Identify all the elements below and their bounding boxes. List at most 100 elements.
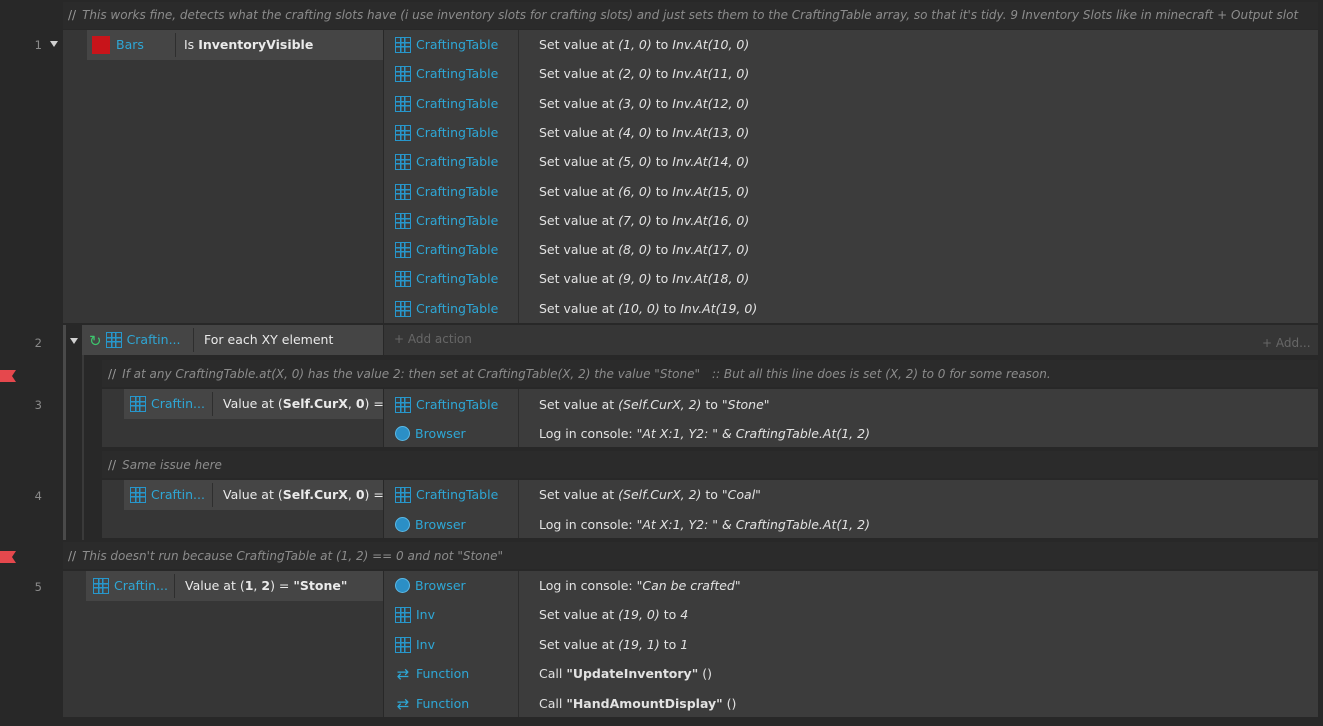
action-row[interactable]: CraftingTable Set value at (10, 0) to Inv… — [395, 294, 1315, 323]
action-row[interactable]: CraftingTable Set value at (7, 0) to Inv.… — [395, 206, 1315, 235]
condition-object: Bars — [92, 30, 144, 60]
action-text: Set value at (8, 0) to Inv.At(17, 0) — [539, 242, 750, 257]
array-icon — [395, 212, 411, 229]
array-icon — [395, 300, 411, 317]
condition[interactable]: ↻ Craftin... For each XY element — [82, 325, 383, 355]
action-row[interactable]: CraftingTable Set value at (1, 0) to Inv.… — [395, 30, 1315, 59]
action-row[interactable]: CraftingTable Set value at (2, 0) to Inv.… — [395, 59, 1315, 88]
action-row[interactable]: Browser Log in console: "At X:1, Y2: " &… — [395, 419, 1315, 448]
action-row[interactable]: CraftingTable Set value at (8, 0) to Inv.… — [395, 235, 1315, 264]
nest-line — [82, 355, 84, 540]
action-text: Set value at (10, 0) to Inv.At(19, 0) — [539, 301, 758, 316]
array-icon — [395, 636, 411, 653]
action-object: ⇄ Function — [396, 694, 470, 713]
action-object: Inv — [395, 630, 435, 659]
comment-text: //If at any CraftingTable.at(X, 0) has t… — [108, 367, 700, 381]
action-row[interactable]: CraftingTable Set value at (Self.CurX, 2… — [395, 480, 1315, 509]
array-icon — [395, 65, 411, 82]
array-icon — [130, 486, 146, 503]
action-text: Set value at (9, 0) to Inv.At(18, 0) — [539, 271, 750, 286]
add-action-button[interactable]: + Add action — [394, 326, 472, 352]
event-block[interactable] — [63, 30, 383, 323]
action-text: Log in console: "At X:1, Y2: " & Craftin… — [539, 517, 870, 532]
add-more-button[interactable]: + Add... — [1262, 330, 1311, 356]
array-icon — [105, 331, 122, 348]
action-object: CraftingTable — [395, 147, 498, 176]
action-row[interactable]: CraftingTable Set value at (Self.CurX, 2… — [395, 390, 1315, 419]
action-object: CraftingTable — [395, 206, 498, 235]
nest-line — [63, 325, 66, 540]
bookmark-icon[interactable] — [0, 370, 16, 382]
array-icon — [395, 486, 411, 503]
action-object: Browser — [395, 510, 466, 539]
array-icon — [395, 606, 411, 623]
action-text: Set value at (Self.CurX, 2) to "Stone" — [539, 397, 770, 412]
action-text: Set value at (3, 0) to Inv.At(12, 0) — [539, 96, 750, 111]
action-object: CraftingTable — [395, 480, 498, 509]
condition-object: Craftin... — [130, 389, 205, 419]
condition-text: Value at (Self.CurX, 0) = 2 — [223, 396, 397, 411]
condition[interactable]: Craftin... Value at (1, 2) = "Stone" — [86, 571, 383, 601]
action-row[interactable]: Browser Log in console: "Can be crafted" — [395, 571, 1315, 600]
event-number: 3 — [34, 398, 42, 412]
condition-text: For each XY element — [204, 332, 334, 347]
condition-object: ↻ Craftin... — [89, 325, 181, 355]
array-icon — [130, 395, 146, 412]
comment-text: //This works fine, detects what the craf… — [68, 8, 1299, 22]
event-number: 5 — [34, 580, 42, 594]
action-row[interactable]: CraftingTable Set value at (9, 0) to Inv.… — [395, 264, 1315, 293]
action-object: CraftingTable — [395, 177, 498, 206]
action-row[interactable]: ⇄ Function Call "HandAmountDisplay" () — [395, 689, 1315, 718]
action-object: ⇄ Function — [396, 664, 470, 683]
action-text: Set value at (19, 1) to 1 — [539, 637, 689, 652]
condition-object: Craftin... — [130, 480, 205, 510]
action-object: Browser — [395, 419, 466, 448]
action-text: Call "UpdateInventory" () — [539, 666, 712, 681]
separator — [193, 328, 194, 352]
action-row[interactable]: CraftingTable Set value at (6, 0) to Inv.… — [395, 177, 1315, 206]
action-object: CraftingTable — [395, 118, 498, 147]
action-text: Log in console: "Can be crafted" — [539, 578, 741, 593]
array-icon — [395, 36, 411, 53]
action-row[interactable]: Inv Set value at (19, 1) to 1 — [395, 630, 1315, 659]
action-object: CraftingTable — [395, 294, 498, 323]
comment-text-extra: :: But all this line does is set (X, 2) … — [712, 367, 1051, 381]
bookmark-icon[interactable] — [0, 551, 16, 563]
array-icon — [395, 241, 411, 258]
separator — [212, 483, 213, 507]
action-row[interactable]: Inv Set value at (19, 0) to 4 — [395, 600, 1315, 629]
separator — [175, 33, 176, 57]
action-row[interactable]: CraftingTable Set value at (3, 0) to Inv.… — [395, 89, 1315, 118]
action-text: Set value at (Self.CurX, 2) to "Coal" — [539, 487, 761, 502]
condition[interactable]: Bars Is InventoryVisible — [87, 30, 383, 60]
array-icon — [395, 270, 411, 287]
collapse-triangle-icon[interactable] — [50, 41, 58, 47]
array-icon — [395, 124, 411, 141]
action-object: Browser — [395, 571, 466, 600]
action-text: Set value at (6, 0) to Inv.At(15, 0) — [539, 184, 750, 199]
action-object: CraftingTable — [395, 235, 498, 264]
array-icon — [395, 153, 411, 170]
loop-icon: ↻ — [89, 331, 102, 350]
action-row[interactable]: CraftingTable Set value at (5, 0) to Inv.… — [395, 147, 1315, 176]
action-text: Set value at (5, 0) to Inv.At(14, 0) — [539, 154, 750, 169]
action-row[interactable]: CraftingTable Set value at (4, 0) to Inv.… — [395, 118, 1315, 147]
sprite-icon — [92, 35, 110, 54]
action-text: Set value at (19, 0) to 4 — [539, 607, 689, 622]
collapse-triangle-icon[interactable] — [70, 338, 78, 344]
action-text: Set value at (7, 0) to Inv.At(16, 0) — [539, 213, 750, 228]
action-object: Inv — [395, 600, 435, 629]
action-text: Set value at (2, 0) to Inv.At(11, 0) — [539, 66, 750, 81]
action-text: Call "HandAmountDisplay" () — [539, 696, 737, 711]
action-row[interactable]: Browser Log in console: "At X:1, Y2: " &… — [395, 510, 1315, 539]
condition-text: Value at (Self.CurX, 0) = 3 — [223, 487, 397, 502]
condition[interactable]: Craftin... Value at (Self.CurX, 0) = 3 — [124, 480, 397, 510]
action-row[interactable]: ⇄ Function Call "UpdateInventory" () — [395, 659, 1315, 688]
action-object: CraftingTable — [395, 59, 498, 88]
action-text: Set value at (4, 0) to Inv.At(13, 0) — [539, 125, 750, 140]
array-icon — [395, 396, 411, 413]
comment-row[interactable] — [102, 451, 1318, 478]
condition[interactable]: Craftin... Value at (Self.CurX, 0) = 2 — [124, 389, 397, 419]
action-object: CraftingTable — [395, 390, 498, 419]
action-text: Set value at (1, 0) to Inv.At(10, 0) — [539, 37, 750, 52]
